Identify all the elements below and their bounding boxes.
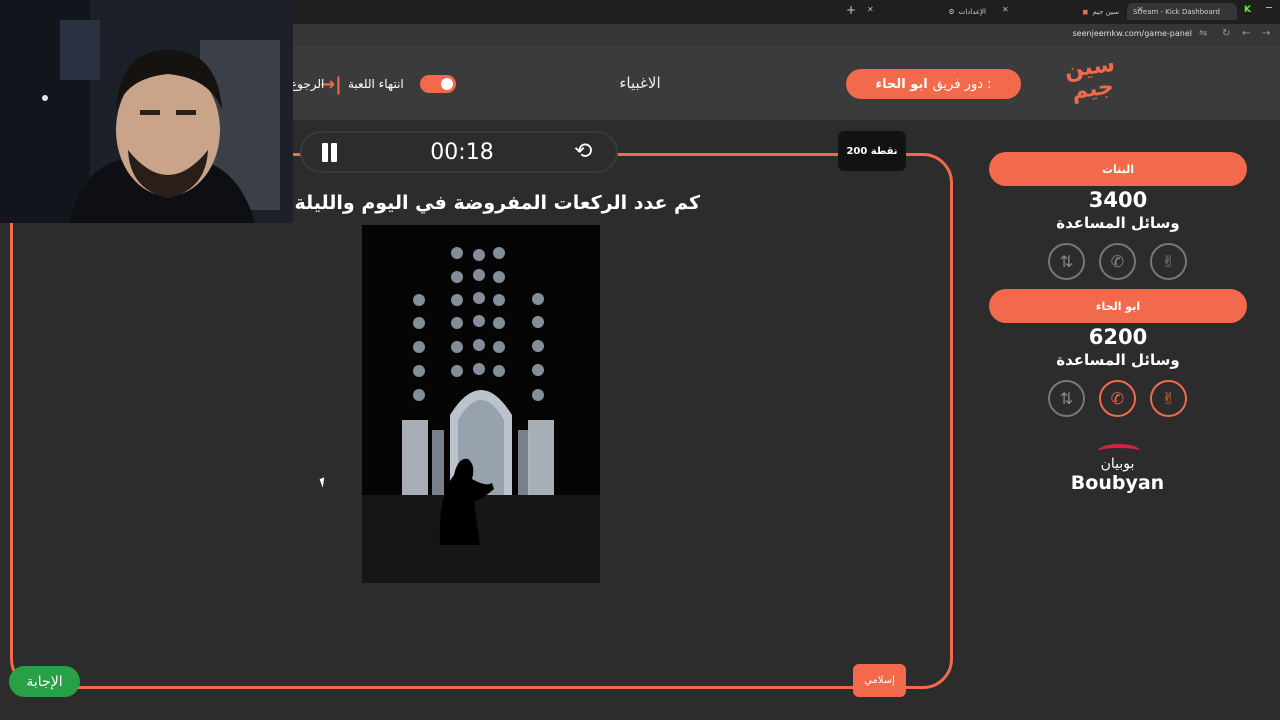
tab-seenjeem[interactable]: ◼ سين جيم [1010, 3, 1125, 20]
aids-label: وسائل المساعدة [1056, 214, 1180, 232]
timer-bar: 00:18 ⟲ [300, 131, 618, 173]
seenjeem-tab-icon: ◼ [1082, 7, 1089, 16]
question-image [362, 225, 600, 583]
tab-title: سين جيم [1092, 7, 1119, 16]
new-tab-icon[interactable]: + [846, 3, 856, 17]
phone-icon[interactable]: ✆ [1099, 380, 1136, 417]
sponsor-english: Boubyan [1070, 472, 1165, 494]
reload-icon[interactable]: ↻ [1222, 28, 1230, 39]
sponsor-logo: بوبيان Boubyan [1070, 456, 1165, 494]
gear-icon: ⚙ [948, 7, 955, 16]
logo-text: سين جيم [1062, 51, 1117, 105]
close-tab-icon[interactable]: ✕ [1002, 5, 1009, 14]
question-text: كم عدد الركعات المفروضة في اليوم والليلة [294, 192, 700, 214]
turn-prefix: دور فريق : [932, 76, 992, 92]
kick-icon: K [1244, 5, 1251, 15]
team-name-pill: البنات [989, 152, 1247, 186]
swap-icon[interactable]: ⇅ [1048, 380, 1085, 417]
timer-display: 00:18 [430, 140, 494, 165]
sponsor-arabic: بوبيان [1100, 456, 1135, 472]
close-tab-icon[interactable]: ✕ [1137, 5, 1144, 14]
minimize-icon[interactable]: ─ [1266, 3, 1272, 14]
toggle-switch[interactable] [420, 75, 456, 93]
team-name-pill: ابو الحاء [989, 289, 1247, 323]
url-field[interactable]: seenjeemkw.com/game-panel [1073, 29, 1192, 38]
swap-icon[interactable]: ⇅ [1048, 243, 1085, 280]
webcam-overlay [0, 0, 293, 223]
restart-timer-icon[interactable]: ⟲ [574, 139, 592, 164]
site-settings-icon[interactable]: ⇋ [1199, 28, 1207, 39]
tab-title: الإعدادات [958, 7, 986, 16]
back-button[interactable]: الرجوع [290, 77, 324, 91]
show-answer-button[interactable]: الإجابة [9, 666, 80, 697]
pause-icon[interactable] [320, 143, 340, 163]
close-tab-icon[interactable]: ✕ [867, 5, 874, 14]
team-turn-pill: ابو الحاء دور فريق : [846, 69, 1021, 99]
seenjeem-logo[interactable]: سين جيم [1059, 51, 1126, 115]
tab-settings[interactable]: ⚙ الإعدادات [880, 3, 992, 20]
tab-title: Stream - Kick Dashboard [1133, 7, 1220, 16]
back-icon[interactable]: ← [1242, 28, 1250, 39]
end-game-button[interactable]: انتهاء اللعبة [348, 77, 404, 91]
forward-icon[interactable]: → [1262, 28, 1270, 39]
hand-peace-icon[interactable]: ✌ [1150, 380, 1187, 417]
team-score: 6200 [1088, 325, 1148, 349]
turn-team-name: ابو الحاء [875, 76, 928, 92]
points-badge: 200 نقطة [838, 131, 906, 171]
hand-peace-icon[interactable]: ✌ [1150, 243, 1187, 280]
mosque-prayer-illustration [362, 225, 600, 583]
team-score: 3400 [1088, 188, 1148, 212]
aids-label: وسائل المساعدة [1056, 351, 1180, 369]
game-name: الاغبياء [619, 74, 661, 92]
streamer-video [0, 0, 293, 223]
phone-icon[interactable]: ✆ [1099, 243, 1136, 280]
category-badge: إسلامي [853, 664, 906, 697]
